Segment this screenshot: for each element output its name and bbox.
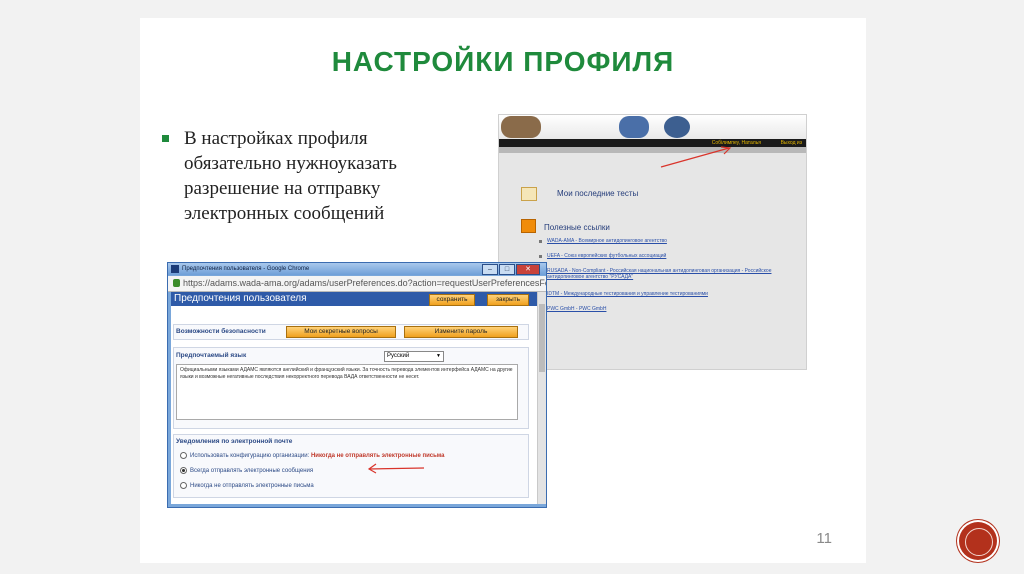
bullet-point: В настройках профиля обязательно нужноук… — [162, 126, 462, 226]
radio-button[interactable] — [180, 482, 187, 489]
bullet-line: электронных сообщений — [184, 203, 385, 224]
email-label: Уведомления по электронной почте — [176, 438, 293, 445]
window-titlebar: Предпочтения пользователя - Google Chrom… — [168, 263, 546, 275]
bullet-text: В настройках профиля обязательно нужноук… — [184, 126, 462, 226]
banner-image — [619, 116, 649, 138]
secret-questions-button[interactable]: Мои секретные вопросы — [286, 326, 396, 338]
address-bar[interactable]: https://adams.wada-ama.org/adams/userPre… — [168, 276, 546, 292]
banner-image — [664, 116, 690, 138]
radio-label: Использовать конфигурацию организации: — [190, 453, 310, 460]
site-banner — [499, 115, 806, 139]
slide-title: НАСТРОЙКИ ПРОФИЛЯ — [331, 46, 675, 77]
links-icon — [521, 219, 536, 233]
bullet-dot — [539, 255, 542, 258]
chevron-down-icon: ▼ — [436, 353, 441, 359]
lock-icon — [173, 279, 180, 287]
security-section: Возможности безопасности Мои секретные в… — [173, 324, 529, 340]
banner-image — [501, 116, 541, 138]
change-password-button[interactable]: Измените пароль — [404, 326, 518, 338]
bullet-line: обязательно нужноуказать — [184, 153, 397, 174]
language-value: Русский — [387, 353, 410, 359]
close-button[interactable]: закрыть — [487, 294, 529, 306]
link-pwc[interactable]: PWC GmbH - PWC GmbH — [547, 306, 787, 312]
annotation-arrow — [367, 463, 425, 474]
link-wada[interactable]: WADA-AMA - Всемирное антидопинговое аген… — [547, 238, 787, 244]
radio-label: Всегда отправлять электронные сообщения — [190, 468, 314, 475]
sub-bar — [499, 147, 806, 153]
app-icon — [171, 265, 179, 273]
bullet-marker — [162, 135, 169, 142]
page-number: 11 — [816, 530, 832, 547]
security-label: Возможности безопасности — [176, 328, 266, 335]
browser-window: Предпочтения пользователя - Google Chrom… — [167, 262, 547, 508]
logout-link[interactable]: Выход из — [781, 139, 802, 147]
radio-button-selected[interactable] — [180, 467, 187, 474]
bullet-dot — [539, 240, 542, 243]
minimize-button[interactable]: – — [482, 264, 498, 275]
folder-icon — [521, 187, 537, 201]
scrollbar-thumb[interactable] — [539, 304, 545, 372]
language-note: Официальными языками АДАМС являются англ… — [176, 364, 518, 420]
link-rusada[interactable]: RUSADA - Non-Compliant - Российская наци… — [547, 268, 787, 280]
radio-always-send[interactable]: Всегда отправлять электронные сообщения — [180, 467, 313, 474]
scrollbar[interactable] — [537, 292, 546, 504]
useful-links-heading: Полезные ссылки — [544, 223, 610, 232]
link-uefa[interactable]: UEFA - Союз европейских футбольных ассоц… — [547, 253, 787, 259]
url-text[interactable]: https://adams.wada-ama.org/adams/userPre… — [183, 277, 546, 290]
radio-note: Никогда не отправлять электронные письма — [310, 453, 445, 460]
radio-never-send[interactable]: Никогда не отправлять электронные письма — [180, 482, 314, 489]
radio-button[interactable] — [180, 452, 187, 459]
window-title: Предпочтения пользователя - Google Chrom… — [182, 266, 310, 272]
close-window-button[interactable]: ✕ — [516, 264, 540, 275]
preferences-page: Предпочтения пользователя сохранить закр… — [171, 292, 537, 504]
maximize-button[interactable]: □ — [499, 264, 515, 275]
preferences-header: Предпочтения пользователя сохранить закр… — [171, 292, 537, 306]
language-section: Предпочтаемый язык Русский ▼ Официальным… — [173, 347, 529, 429]
language-label: Предпочтаемый язык — [176, 352, 247, 359]
email-section: Уведомления по электронной почте Использ… — [173, 434, 529, 498]
radio-label: Никогда не отправлять электронные письма — [190, 483, 314, 490]
bullet-line: В настройках профиля — [184, 128, 368, 149]
link-idtm[interactable]: IDTM - Международные тестирования и упра… — [547, 291, 787, 297]
user-bar: Собілимпеу, Наталья Выход из — [499, 139, 806, 147]
bullet-line: разрешение на отправку — [184, 178, 381, 199]
logo-circle — [959, 522, 997, 560]
my-tests-link[interactable]: Мои последние тесты — [557, 189, 638, 198]
preferences-title: Предпочтения пользователя — [174, 293, 307, 304]
save-button[interactable]: сохранить — [429, 294, 475, 306]
language-select[interactable]: Русский ▼ — [384, 351, 444, 362]
radio-org-config[interactable]: Использовать конфигурацию организации: Н… — [180, 452, 445, 459]
annotation-arrow — [660, 146, 732, 168]
